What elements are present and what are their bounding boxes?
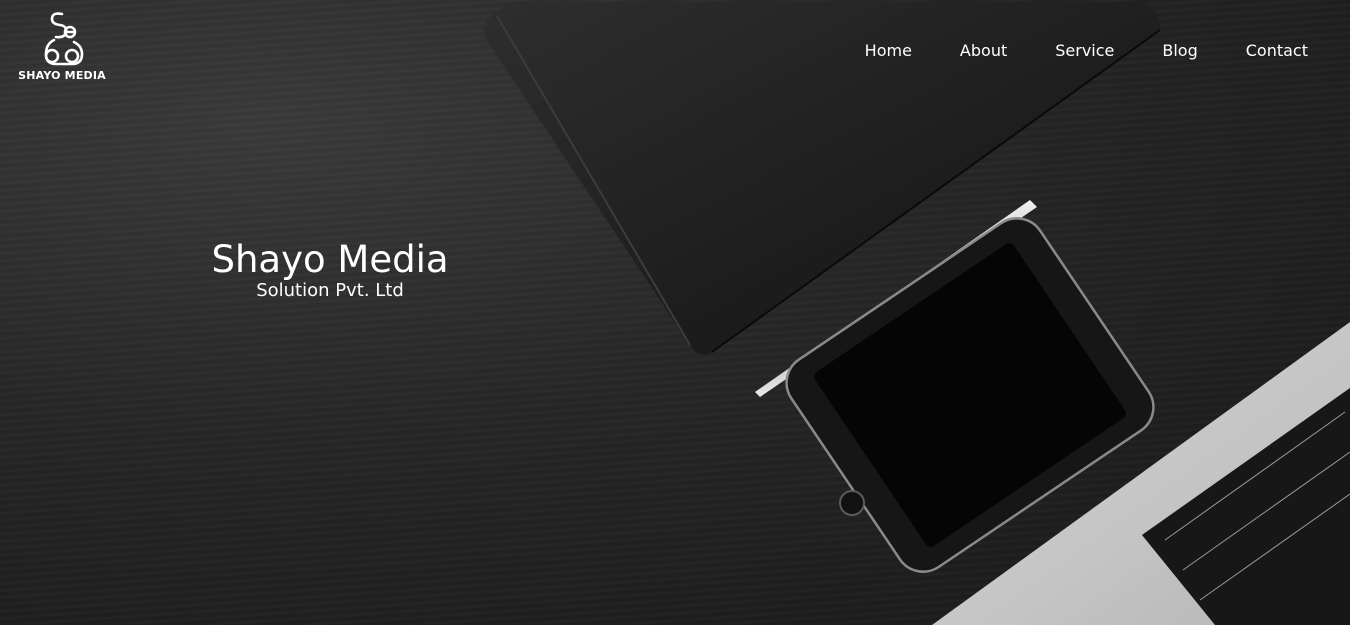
mascot-logo-icon <box>44 12 84 66</box>
hero-background-image <box>484 1 1350 625</box>
nav-item-contact[interactable]: Contact <box>1246 41 1308 60</box>
nav-item-service[interactable]: Service <box>1055 41 1114 60</box>
nav-item-blog[interactable]: Blog <box>1162 41 1197 60</box>
hero-section: SHAYO MEDIA Home About Service Blog Cont… <box>0 0 1350 625</box>
nav-item-about[interactable]: About <box>960 41 1007 60</box>
nav-item-home[interactable]: Home <box>865 41 912 60</box>
hero-title: Shayo Media <box>211 238 449 281</box>
hero-headline: Shayo Media Solution Pvt. Ltd <box>200 236 460 302</box>
brand-logo[interactable]: SHAYO MEDIA <box>12 10 112 82</box>
main-navigation: Home About Service Blog Contact <box>865 41 1308 60</box>
brand-name: SHAYO MEDIA <box>18 69 106 82</box>
